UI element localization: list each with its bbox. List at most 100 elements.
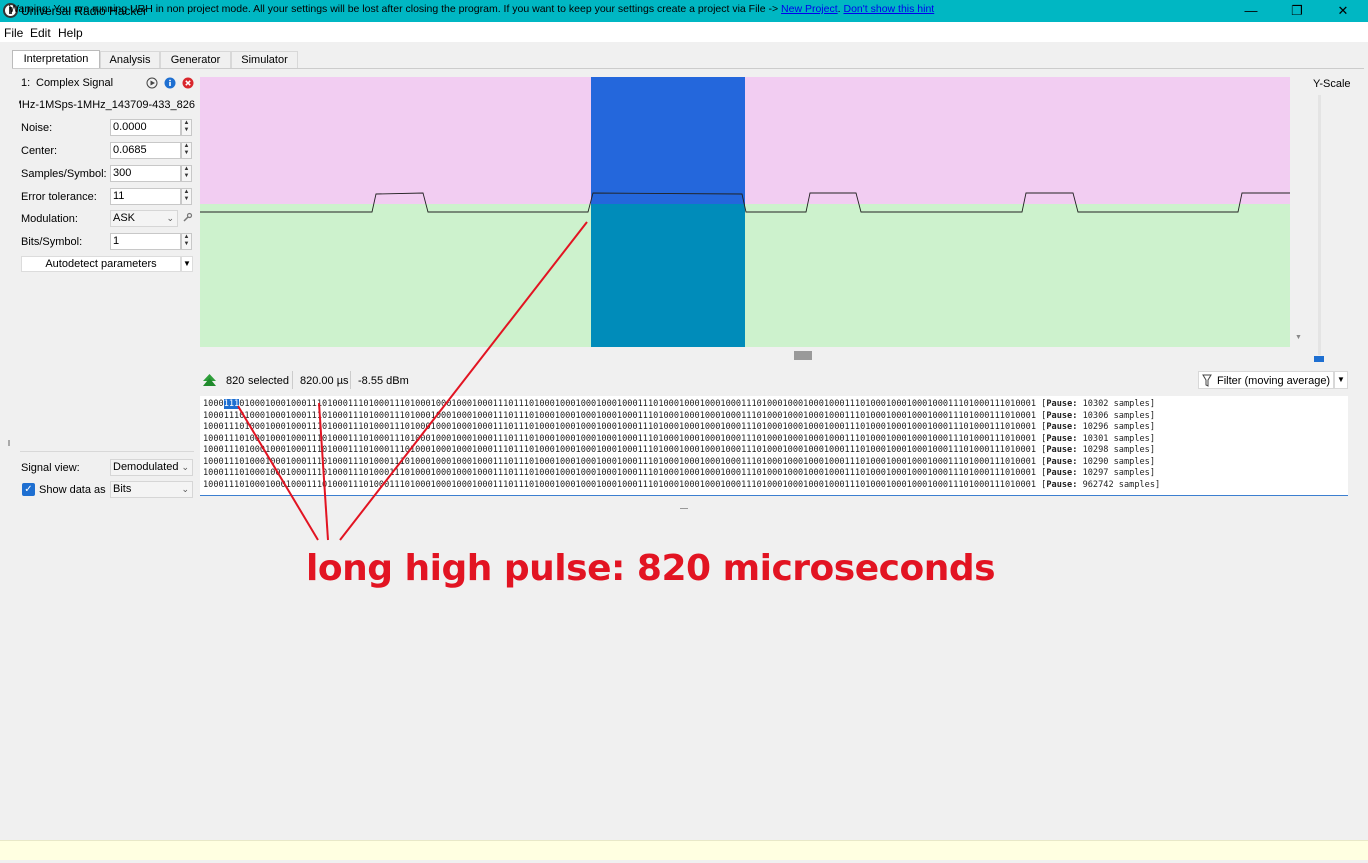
noise-stepper[interactable]: ▲ ▼ (181, 119, 192, 136)
pause-value: 10296 samples] (1077, 422, 1156, 432)
selection-power: -8.55 dBm (358, 375, 409, 387)
tab-simulator[interactable]: Simulator (231, 51, 298, 69)
signal-view-label: Signal view: (21, 462, 80, 474)
y-scale-slider[interactable] (1318, 95, 1321, 355)
signal-index: 1: (21, 77, 31, 89)
close-signal-icon[interactable] (182, 77, 194, 89)
selected-bits[interactable]: 111 (223, 399, 240, 409)
protocol-bits: 1000111010001000100011101000111010001110… (203, 456, 1036, 467)
tab-panel-border (12, 68, 1364, 69)
protocol-line[interactable]: 1000111010001000100011101000111010001110… (203, 422, 1155, 432)
autodetect-button[interactable]: Autodetect parameters (21, 256, 181, 272)
filter-label: Filter (moving average) (1217, 375, 1331, 387)
pause-keyword: Pause: (1046, 445, 1078, 455)
pause-value: 10302 samples] (1077, 399, 1156, 409)
bits-per-symbol-input[interactable]: 1 (110, 233, 181, 250)
signal-filename: 826_143709-433_92MHz-1MSps-1MHz (19, 99, 195, 111)
tree-icon[interactable] (202, 373, 217, 387)
pause-keyword: Pause: (1046, 399, 1078, 409)
protocol-line[interactable]: 1000111010001000100011101000111010001110… (203, 411, 1155, 421)
tab-generator[interactable]: Generator (160, 51, 231, 69)
protocol-line[interactable]: 1000111010001000100011101000111010001110… (203, 399, 1155, 409)
status-bar (0, 840, 1368, 860)
selection-low (591, 204, 745, 347)
y-scale-handle[interactable] (1314, 356, 1324, 362)
pause-keyword: Pause: (1046, 433, 1078, 444)
info-icon[interactable] (164, 77, 176, 89)
protocol-line[interactable]: 1000111010001000100011101000111010001110… (203, 468, 1155, 478)
splitter-handle[interactable] (8, 440, 10, 446)
error-tolerance-input[interactable]: 11 (110, 188, 181, 205)
center-label: Center: (21, 145, 58, 157)
pause-keyword: Pause: (1046, 468, 1078, 478)
selected-count: 820 (226, 375, 245, 387)
tab-interpretation[interactable]: Interpretation (12, 50, 100, 69)
bits-per-symbol-stepper[interactable]: ▲ ▼ (181, 233, 192, 250)
pause-value: 10301 samples] (1077, 433, 1156, 444)
bits-per-symbol-label: Bits/Symbol: (21, 236, 83, 248)
filter-icon (1202, 374, 1212, 387)
samples-per-symbol-input[interactable]: 300 (110, 165, 181, 182)
show-data-value: Bits (113, 483, 132, 495)
dont-show-hint-link[interactable]: Don't show this hint (844, 3, 935, 15)
maximize-button[interactable]: ❐ (1274, 0, 1320, 22)
pause-keyword: Pause: (1046, 456, 1078, 467)
status-warning: Warning: You are running URH in non proj… (9, 3, 934, 15)
show-data-label: Show data as (39, 484, 106, 496)
protocol-line[interactable]: 1000111010001000100011101000111010001110… (203, 445, 1155, 455)
protocol-bits: 1000111010001000100011101000111010001110… (203, 445, 1036, 455)
selected-label: selected (248, 375, 289, 387)
wrench-icon[interactable] (182, 212, 193, 223)
noise-label: Noise: (21, 122, 53, 134)
filter-dropdown-icon[interactable]: ▼ (1334, 371, 1348, 389)
signal-plot[interactable] (200, 77, 1290, 347)
menu-help[interactable]: Help (58, 26, 83, 40)
scroll-down-icon[interactable]: ▼ (1295, 334, 1302, 341)
samples-per-symbol-label: Samples/Symbol: (21, 168, 107, 180)
signal-name[interactable]: Complex Signal (36, 77, 113, 89)
chevron-down-icon: ⌄ (181, 462, 189, 472)
autodetect-dropdown-icon[interactable]: ▼ (181, 256, 193, 272)
divider (20, 451, 194, 452)
error-tolerance-stepper[interactable]: ▲ ▼ (181, 188, 192, 205)
bits-prefix: 1000 (203, 399, 224, 409)
menu-file[interactable]: File (4, 26, 23, 40)
modulation-label: Modulation: (21, 213, 78, 225)
samples-per-symbol-stepper[interactable]: ▲ ▼ (181, 165, 192, 182)
splitter-handle[interactable] (680, 508, 688, 509)
protocol-line[interactable]: 1000111010001000100011101000111010001110… (203, 480, 1160, 490)
modulation-value: ASK (113, 212, 136, 224)
pause-value: 962742 samples] (1077, 479, 1161, 490)
signal-view-select[interactable]: Demodulated ⌄ (110, 459, 193, 476)
menu-edit[interactable]: Edit (30, 26, 51, 40)
center-stepper[interactable]: ▲ ▼ (181, 142, 192, 159)
modulation-select[interactable]: ASK ⌄ (110, 210, 178, 227)
protocol-line[interactable]: 1000111010001000100011101000111010001110… (203, 434, 1155, 444)
divider (292, 371, 293, 389)
play-icon[interactable] (146, 77, 158, 89)
show-data-checkbox[interactable]: ✓ (22, 483, 35, 496)
divider (350, 371, 351, 389)
close-window-button[interactable]: ✕ (1320, 0, 1366, 22)
protocol-bits: 1000111010001000100011101000111010001110… (203, 433, 1036, 444)
warning-text: Warning: You are running URH in non proj… (9, 3, 782, 15)
show-data-select[interactable]: Bits ⌄ (110, 481, 193, 498)
signal-view-value: Demodulated (113, 461, 179, 473)
protocol-bits: 1000111010001000100011101000111010001110… (203, 410, 1036, 421)
horizontal-scroll-handle[interactable] (794, 351, 812, 360)
menu-bar (0, 22, 1368, 42)
filter-button[interactable]: Filter (moving average) (1198, 371, 1334, 389)
pause-value: 10306 samples] (1077, 410, 1156, 421)
tab-analysis[interactable]: Analysis (100, 51, 160, 69)
minimize-button[interactable]: — (1228, 0, 1274, 22)
protocol-bits: 1000111010001000100011101000111010001110… (203, 479, 1036, 490)
noise-input[interactable]: 0.0000 (110, 119, 181, 136)
protocol-line[interactable]: 1000111010001000100011101000111010001110… (203, 457, 1155, 467)
new-project-link[interactable]: New Project (781, 3, 838, 15)
center-input[interactable]: 0.0685 (110, 142, 181, 159)
y-scale-label: Y-Scale (1313, 78, 1351, 90)
pause-keyword: Pause: (1046, 479, 1078, 490)
protocol-view[interactable]: 1000111010001000100011101000111010001110… (200, 396, 1348, 496)
pause-value: 10297 samples] (1077, 468, 1156, 478)
bits-rest: 0100010001000111010001110100011101000100… (239, 399, 1037, 409)
